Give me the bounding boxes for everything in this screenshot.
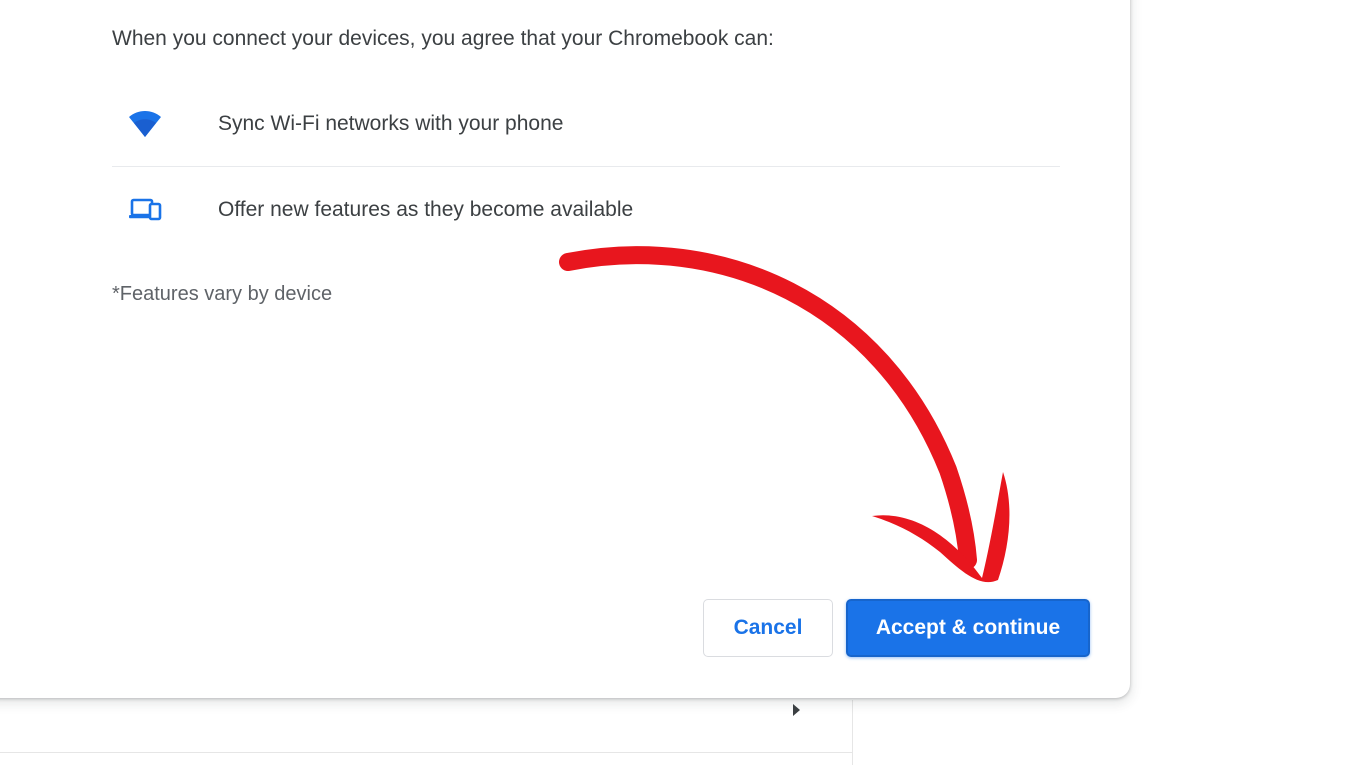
dialog-intro-text: When you connect your devices, you agree… bbox=[112, 27, 774, 50]
feature-divider bbox=[112, 166, 1060, 167]
feature-item-wifi-sync: Sync Wi-Fi networks with your phone bbox=[112, 82, 1060, 166]
feature-label-wifi-sync: Sync Wi-Fi networks with your phone bbox=[218, 112, 564, 135]
expand-arrow-icon[interactable] bbox=[793, 704, 800, 716]
wifi-icon bbox=[124, 103, 166, 145]
feature-item-new-features: Offer new features as they become availa… bbox=[112, 168, 1060, 252]
features-footnote: *Features vary by device bbox=[112, 283, 333, 305]
feature-label-new-features: Offer new features as they become availa… bbox=[218, 198, 634, 221]
screen: When you connect your devices, you agree… bbox=[0, 0, 1360, 765]
accept-continue-button[interactable]: Accept & continue bbox=[846, 599, 1090, 657]
background-row-divider bbox=[0, 752, 852, 753]
devices-icon bbox=[124, 189, 166, 231]
background-column-divider bbox=[852, 700, 853, 765]
connect-devices-dialog: When you connect your devices, you agree… bbox=[0, 0, 1130, 698]
cancel-button[interactable]: Cancel bbox=[703, 599, 833, 657]
